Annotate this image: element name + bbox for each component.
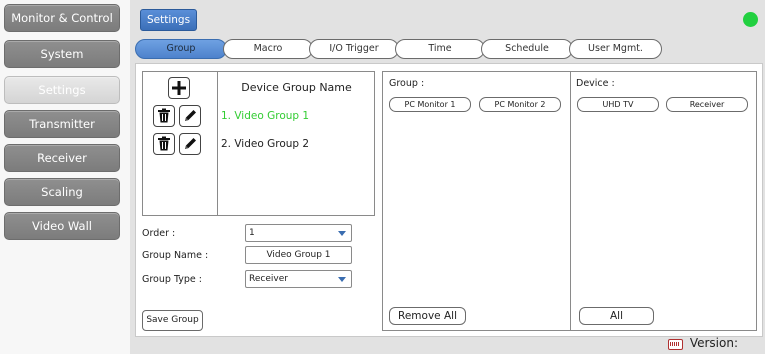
group-settings-panel: Device Group Name 1. Video Group 1 2. Vi…: [135, 63, 763, 337]
tab-macro[interactable]: Macro: [223, 39, 313, 59]
group-section-title: Group :: [389, 78, 425, 89]
group-type-select[interactable]: Receiver: [245, 270, 352, 288]
all-button[interactable]: All: [579, 307, 654, 325]
group-chip-pc-monitor-1[interactable]: PC Monitor 1: [389, 97, 471, 112]
trash-icon: [158, 136, 170, 151]
pencil-icon: [184, 110, 196, 121]
page-title-badge: Settings: [140, 9, 198, 31]
list-item-group-2[interactable]: 2. Video Group 2: [221, 138, 309, 150]
delete-group-1-button[interactable]: [153, 105, 175, 127]
device-group-name-header: Device Group Name: [241, 81, 352, 94]
group-name-input[interactable]: Video Group 1: [245, 246, 352, 264]
device-section-title: Device :: [576, 78, 615, 89]
panel-divider: [570, 72, 571, 330]
tab-time[interactable]: Time: [395, 39, 485, 59]
sidebar-item-video-wall[interactable]: Video Wall: [4, 212, 120, 240]
group-chip-pc-monitor-2[interactable]: PC Monitor 2: [479, 97, 561, 112]
save-group-button[interactable]: Save Group: [142, 310, 203, 331]
chevron-down-icon: [338, 277, 346, 282]
add-group-button[interactable]: [168, 77, 190, 99]
sidebar-nav: Monitor & Control System Settings Transm…: [0, 0, 130, 354]
tab-io-trigger[interactable]: I/O Trigger: [309, 39, 399, 59]
sidebar-item-scaling[interactable]: Scaling: [4, 178, 120, 206]
order-value: 1: [249, 228, 255, 238]
device-chip-uhd-tv[interactable]: UHD TV: [577, 97, 659, 112]
order-label: Order :: [142, 228, 176, 239]
main-area: Settings Group Macro I/O Trigger Time Sc…: [130, 0, 765, 354]
edit-group-2-button[interactable]: [179, 133, 201, 155]
trash-icon: [158, 108, 170, 123]
keyboard-icon[interactable]: [668, 339, 683, 350]
list-item-group-1[interactable]: 1. Video Group 1: [221, 110, 309, 122]
sidebar-item-system[interactable]: System: [4, 40, 120, 68]
group-type-value: Receiver: [249, 274, 288, 284]
version-label: Version:: [689, 336, 738, 350]
tab-user-mgmt[interactable]: User Mgmt.: [569, 39, 662, 59]
group-name-label: Group Name :: [142, 250, 209, 261]
sidebar-item-receiver[interactable]: Receiver: [4, 144, 120, 172]
status-indicator: [743, 12, 758, 27]
sidebar-item-transmitter[interactable]: Transmitter: [4, 110, 120, 138]
sidebar-item-monitor-control[interactable]: Monitor & Control: [4, 4, 120, 32]
device-chip-receiver[interactable]: Receiver: [666, 97, 748, 112]
sidebar-item-settings[interactable]: Settings: [4, 76, 120, 104]
delete-group-2-button[interactable]: [153, 133, 175, 155]
group-device-panel: Group : PC Monitor 1 PC Monitor 2 Remove…: [382, 71, 757, 331]
tab-group[interactable]: Group: [135, 39, 227, 59]
edit-group-1-button[interactable]: [179, 105, 201, 127]
tab-schedule[interactable]: Schedule: [481, 39, 573, 59]
order-select[interactable]: 1: [245, 224, 352, 242]
device-group-list: Device Group Name 1. Video Group 1 2. Vi…: [142, 71, 375, 216]
plus-icon: [172, 81, 186, 95]
chevron-down-icon: [338, 231, 346, 236]
remove-all-button[interactable]: Remove All: [389, 307, 466, 325]
pencil-icon: [184, 138, 196, 149]
group-type-label: Group Type :: [142, 274, 202, 285]
